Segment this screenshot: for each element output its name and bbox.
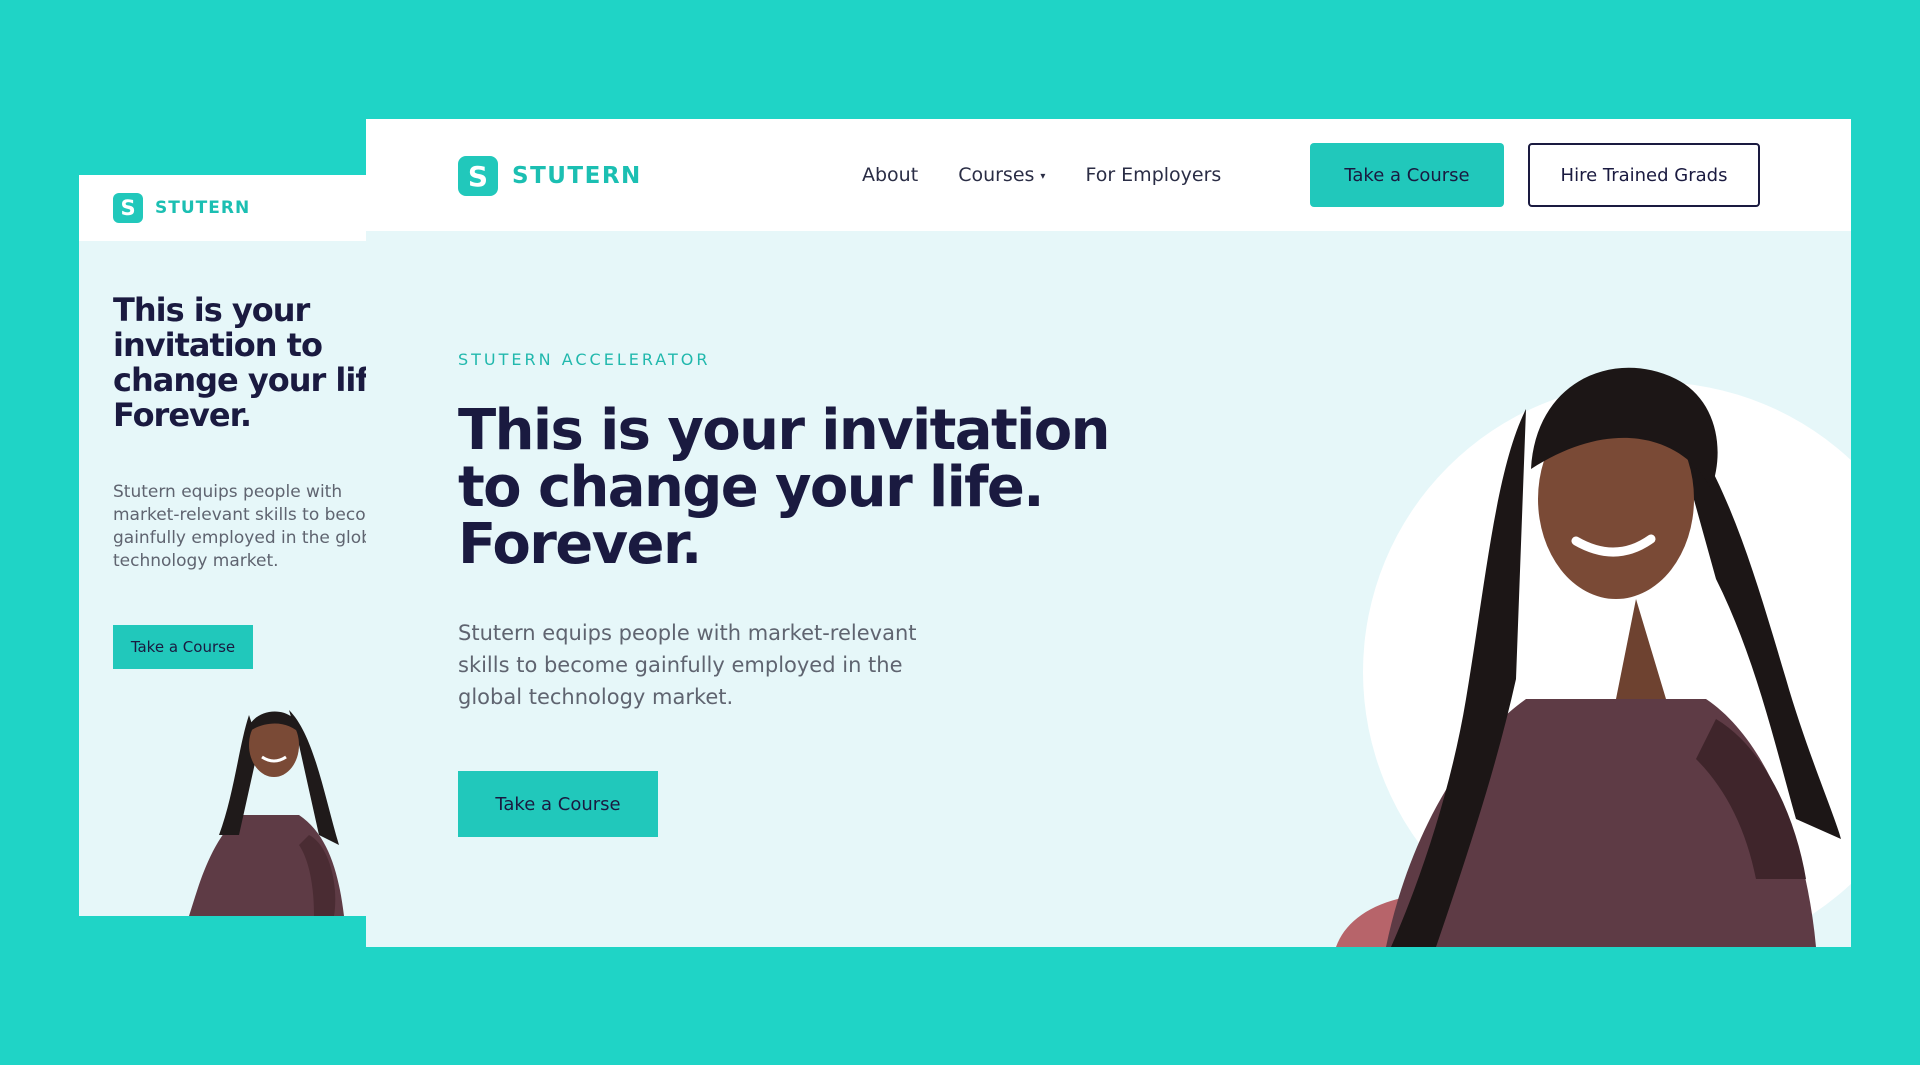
logo-mark-icon[interactable]: S	[113, 193, 143, 223]
logo-mark-icon: S	[458, 156, 498, 196]
nav-item-label: For Employers	[1085, 164, 1222, 186]
mobile-header: S STUTERN	[79, 175, 366, 241]
nav-item-for-employers[interactable]: For Employers	[1085, 164, 1221, 186]
nav-item-label: Courses	[958, 164, 1035, 186]
hire-grads-button[interactable]: Hire Trained Grads	[1528, 143, 1760, 207]
logo-wordmark[interactable]: STUTERN	[155, 198, 250, 218]
take-course-button[interactable]: Take a Course	[1310, 143, 1504, 207]
logo[interactable]: S STUTERN	[458, 156, 642, 196]
logo-wordmark: STUTERN	[512, 163, 642, 189]
nav-item-label: About	[862, 164, 919, 186]
chevron-down-icon: ▾	[1040, 170, 1046, 182]
mobile-hero-title: This is your invitation to change your l…	[113, 291, 366, 434]
hero-title: This is your invitation to change your l…	[458, 398, 1111, 577]
mobile-preview: S STUTERN This is your invitation to cha…	[79, 175, 366, 916]
hero-eyebrow: STUTERN ACCELERATOR	[458, 350, 711, 369]
hero-person-image	[1336, 367, 1851, 947]
mobile-hero-description: Stutern equips people with market-releva…	[113, 482, 366, 571]
hero-take-course-button[interactable]: Take a Course	[458, 771, 658, 837]
site-header: S STUTERN About Courses ▾ For Employers …	[366, 119, 1851, 231]
desktop-preview: S STUTERN About Courses ▾ For Employers …	[366, 119, 1851, 947]
hero-description: Stutern equips people with market-releva…	[458, 621, 917, 709]
nav-item-about[interactable]: About	[862, 164, 918, 186]
mobile-take-course-button[interactable]: Take a Course	[113, 625, 253, 669]
main-nav: About Courses ▾ For Employers	[862, 119, 1261, 231]
nav-item-courses[interactable]: Courses ▾	[958, 164, 1045, 186]
hero-person-image	[189, 710, 344, 916]
